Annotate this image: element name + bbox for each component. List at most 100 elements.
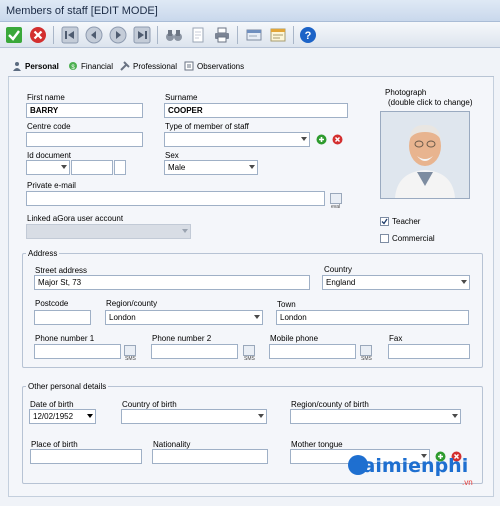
country-label: Country (324, 265, 353, 274)
photo-subtitle: (double click to change) (388, 98, 473, 107)
tab-observations[interactable]: Observations (184, 58, 244, 74)
last-record-button[interactable] (132, 25, 152, 45)
toolbar-separator (237, 26, 238, 44)
id-document-type-select[interactable] (26, 160, 70, 175)
phone2-field[interactable] (151, 344, 238, 359)
linked-account-label: Linked aGora user account (27, 214, 124, 223)
town-field[interactable]: London (276, 310, 469, 325)
sex-select[interactable]: Male (164, 160, 258, 175)
centre-code-field[interactable] (26, 132, 143, 147)
member-type-select[interactable] (164, 132, 310, 147)
commercial-label: Commercial (392, 234, 435, 243)
check-mark-icon (381, 218, 388, 225)
sms-phone1-icon[interactable]: SMS (124, 345, 136, 362)
sex-value: Male (168, 163, 186, 172)
phone1-label: Phone number 1 (35, 334, 95, 343)
title-bar: Members of staff [EDIT MODE] (0, 0, 500, 22)
tab-financial[interactable]: $ Financial (68, 58, 113, 74)
sms-caption: SMS (125, 356, 136, 362)
previous-icon (85, 26, 103, 44)
binoculars-icon (166, 30, 182, 41)
chevron-down-icon (254, 315, 260, 319)
cancel-button[interactable] (28, 25, 48, 45)
photo-title: Photograph (385, 88, 427, 97)
add-member-type-icon[interactable] (316, 134, 327, 145)
search-button[interactable] (164, 25, 184, 45)
tab-professional[interactable]: Professional (120, 58, 177, 74)
first-icon (61, 26, 79, 44)
mother-tongue-label: Mother tongue (291, 440, 343, 449)
street-address-label: Street address (35, 266, 88, 275)
address-group-title: Address (26, 249, 60, 258)
watermark-text: Taimienphi (352, 455, 469, 477)
photo-frame[interactable] (380, 111, 470, 199)
fax-field[interactable] (388, 344, 470, 359)
country-value: England (326, 278, 356, 287)
svg-text:?: ? (305, 30, 312, 42)
document-icon (192, 27, 204, 43)
help-button[interactable]: ? (298, 25, 318, 45)
chevron-down-icon (258, 414, 264, 418)
toolbar-separator (293, 26, 294, 44)
tab-label: Financial (81, 61, 114, 71)
first-record-button[interactable] (60, 25, 80, 45)
region-of-birth-select[interactable] (290, 409, 461, 424)
tab-personal[interactable]: Personal (12, 58, 59, 74)
fax-label: Fax (389, 334, 403, 343)
tools-icon (120, 61, 130, 71)
chevron-down-icon (182, 229, 188, 233)
region-select[interactable]: London (105, 310, 263, 325)
chevron-down-icon (301, 137, 307, 141)
toolbar-separator (157, 26, 158, 44)
date-of-birth-value: 12/02/1952 (33, 412, 74, 421)
print-icon (215, 27, 229, 43)
phone1-field[interactable] (34, 344, 121, 359)
card-button[interactable] (244, 25, 264, 45)
sms-mobile-icon[interactable]: SMS (360, 345, 372, 362)
country-select[interactable]: England (322, 275, 470, 290)
first-name-field[interactable]: BARRY (26, 103, 143, 118)
centre-code-label: Centre code (27, 122, 71, 131)
region-value: London (109, 313, 136, 322)
money-icon: $ (69, 62, 77, 71)
region-of-birth-label: Region/county of birth (291, 400, 369, 409)
chevron-down-icon (452, 414, 458, 418)
nationality-field[interactable] (152, 449, 268, 464)
private-email-label: Private e-mail (27, 181, 76, 190)
notes-button[interactable] (268, 25, 288, 45)
country-of-birth-label: Country of birth (122, 400, 177, 409)
print-button[interactable] (212, 25, 232, 45)
card-icon (246, 29, 262, 41)
email-icon-caption: eval (331, 204, 341, 210)
mobile-field[interactable] (269, 344, 356, 359)
toolbar-separator (53, 26, 54, 44)
street-address-field[interactable]: Major St, 73 (34, 275, 310, 290)
place-of-birth-field[interactable] (30, 449, 142, 464)
next-record-button[interactable] (108, 25, 128, 45)
date-of-birth-picker[interactable]: 12/02/1952 (29, 409, 96, 424)
person-icon (13, 62, 21, 71)
place-of-birth-label: Place of birth (31, 440, 78, 449)
nationality-label: Nationality (153, 440, 191, 449)
previous-record-button[interactable] (84, 25, 104, 45)
country-of-birth-select[interactable] (121, 409, 267, 424)
postcode-field[interactable] (34, 310, 91, 325)
remove-member-type-icon[interactable] (332, 134, 343, 145)
private-email-field[interactable] (26, 191, 325, 206)
commercial-checkbox[interactable] (380, 234, 389, 243)
surname-field[interactable]: COOPER (164, 103, 348, 118)
save-button[interactable] (4, 25, 24, 45)
region-label: Region/county (106, 299, 158, 308)
chevron-down-icon (249, 165, 255, 169)
mobile-label: Mobile phone (270, 334, 319, 343)
document-button[interactable] (188, 25, 208, 45)
sms-caption: SMS (244, 356, 255, 362)
surname-label: Surname (165, 93, 198, 102)
sms-phone2-icon[interactable]: SMS (243, 345, 255, 362)
last-icon (133, 26, 151, 44)
linked-account-select (26, 224, 191, 239)
id-document-check-field[interactable] (114, 160, 126, 175)
id-document-number-field[interactable] (71, 160, 113, 175)
teacher-checkbox[interactable] (380, 217, 389, 226)
email-icon[interactable]: eval (330, 193, 342, 210)
